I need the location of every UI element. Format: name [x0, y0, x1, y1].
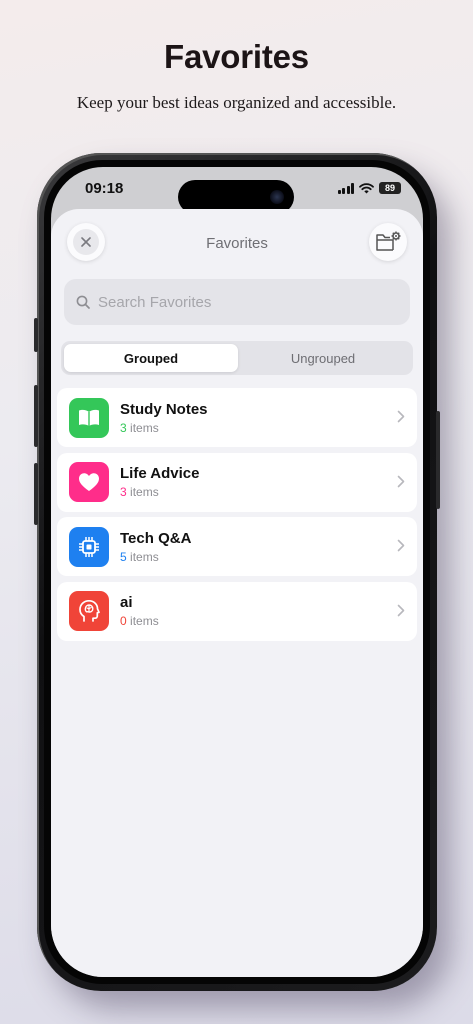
group-count: 3 items: [120, 420, 159, 435]
group-count: 5 items: [120, 549, 159, 564]
heart-icon: [69, 462, 109, 502]
promo-title: Favorites: [164, 38, 309, 75]
segment-grouped[interactable]: Grouped: [64, 344, 238, 372]
search-input[interactable]: Search Favorites: [64, 279, 410, 325]
group-row-study-notes[interactable]: Study Notes 3 items: [57, 388, 417, 447]
volume-up-button: [34, 385, 38, 447]
group-title: Study Notes: [120, 400, 208, 418]
chevron-right-icon: [397, 410, 405, 423]
search-placeholder: Search Favorites: [98, 293, 212, 311]
phone-screen: 09:18 89 Favorites Search Favorites Grou…: [51, 167, 423, 977]
group-title: Life Advice: [120, 465, 200, 482]
book-icon: [69, 397, 109, 438]
group-row-ai[interactable]: ai 0 items: [57, 581, 417, 641]
view-mode-segmented-control: Grouped Ungrouped: [61, 341, 413, 375]
sheet-title: Favorites: [206, 235, 268, 252]
search-icon: [76, 295, 90, 309]
chevron-right-icon: [397, 604, 405, 616]
chevron-right-icon: [397, 475, 405, 487]
brain-head-icon: [69, 591, 109, 631]
segment-ungrouped[interactable]: Ungrouped: [236, 344, 410, 372]
group-row-life-advice[interactable]: Life Advice 3 items: [57, 452, 417, 512]
action-button: [34, 318, 38, 352]
power-button: [436, 411, 440, 509]
chip-icon: [69, 526, 109, 567]
promo-subtitle: Keep your best ideas organized and acces…: [76, 93, 397, 112]
wifi-icon: [359, 182, 374, 193]
group-row-tech-qa[interactable]: Tech Q&A 5 items: [57, 517, 417, 576]
status-time: 09:18: [85, 180, 124, 197]
folder-gear-icon: [376, 231, 401, 251]
phone-frame: 09:18 89 Favorites Search Favorites Grou…: [34, 153, 440, 991]
chevron-right-icon: [397, 539, 405, 552]
volume-down-button: [34, 463, 38, 525]
group-count: 3 items: [120, 485, 159, 499]
group-title: ai: [120, 594, 133, 611]
folder-settings-button[interactable]: [369, 223, 407, 261]
group-title: Tech Q&A: [120, 529, 192, 547]
signal-icon: [337, 182, 354, 194]
battery-indicator: 89: [379, 182, 401, 194]
group-count: 0 items: [120, 614, 159, 628]
favorites-group-list: Study Notes 3 items Life Advice 3 items …: [57, 388, 417, 646]
favorites-sheet: Favorites Search Favorites Grouped Ungro…: [51, 209, 423, 977]
